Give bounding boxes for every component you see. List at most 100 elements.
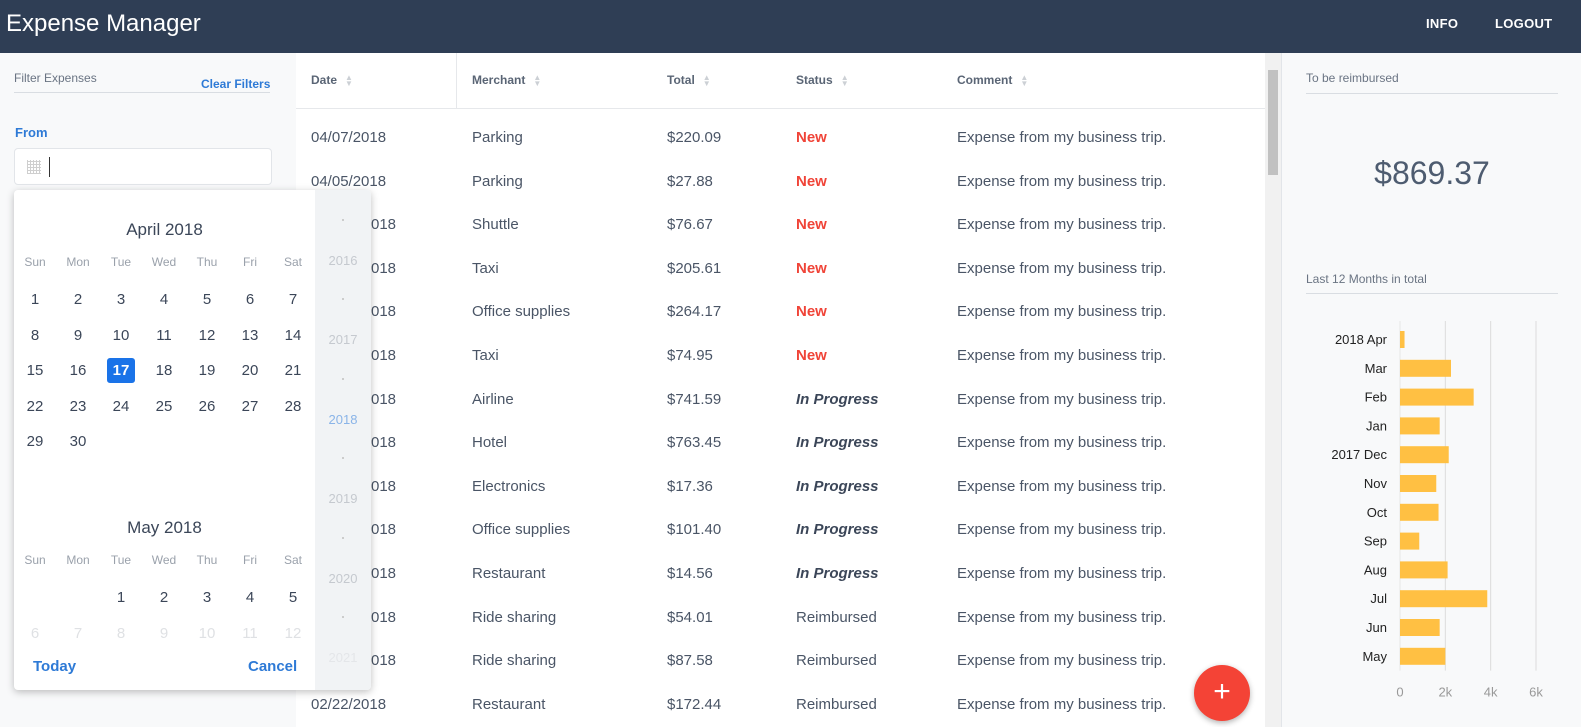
cell-total: $172.44: [667, 695, 722, 713]
cell-merchant: Ride sharing: [472, 652, 557, 670]
calendar-day[interactable]: 10: [193, 621, 221, 646]
calendar-day[interactable]: 3: [107, 287, 135, 312]
calendar-day[interactable]: 11: [236, 621, 264, 646]
x-tick-label: 2k: [1438, 685, 1452, 700]
table-row[interactable]: 018 Office supplies $264.17 New Expense from…: [296, 291, 1265, 334]
calendar-day[interactable]: 12: [193, 323, 221, 348]
today-button[interactable]: Today: [33, 658, 76, 675]
bar: [1400, 359, 1451, 377]
y-tick-label: 2018 Apr: [1335, 332, 1388, 347]
table-row[interactable]: 018 Ride sharing $54.01 Reimbursed Expense f…: [296, 597, 1265, 640]
calendar-day[interactable]: 8: [21, 323, 49, 348]
cancel-button[interactable]: Cancel: [248, 658, 297, 675]
scrollbar-thumb[interactable]: [1268, 70, 1278, 175]
calendar-day[interactable]: 6: [21, 621, 49, 646]
table-row[interactable]: 04/07/2018 Parking $220.09 New Expense from …: [296, 117, 1265, 160]
year-scroller[interactable]: 2016 2017 2018 2019 2020 2021: [315, 190, 371, 690]
cell-date: 018: [371, 216, 397, 234]
clear-filters-button[interactable]: Clear Filters: [201, 77, 270, 91]
weekday-label: Sat: [283, 553, 302, 567]
from-date-input[interactable]: [14, 148, 272, 185]
table-row[interactable]: 02/22/2018 Restaurant $172.44 Reimbursed Exp…: [296, 684, 1265, 727]
calendar-day[interactable]: 4: [236, 585, 264, 610]
logout-button[interactable]: LOGOUT: [1495, 16, 1552, 31]
calendar-day[interactable]: 22: [21, 394, 49, 419]
calendar-day[interactable]: 24: [107, 394, 135, 419]
column-header-date[interactable]: Date ▲ ▼: [311, 73, 353, 87]
calendar-day[interactable]: 27: [236, 394, 264, 419]
calendar-day[interactable]: 8: [107, 621, 135, 646]
calendar-day[interactable]: 30: [64, 429, 92, 454]
weekday-label: Sun: [24, 553, 46, 567]
table-row[interactable]: 04/05/2018 Parking $27.88 New Expense from m…: [296, 161, 1265, 204]
scrollbar[interactable]: [1265, 53, 1281, 727]
table-row[interactable]: 018 Restaurant $14.56 In Progress Expense fr…: [296, 553, 1265, 596]
calendar-day[interactable]: 7: [64, 621, 92, 646]
calendar-day[interactable]: 13: [236, 323, 264, 348]
calendar-day[interactable]: 3: [193, 585, 221, 610]
sort-icon[interactable]: ▲ ▼: [1020, 73, 1028, 87]
column-header-status[interactable]: Status ▲ ▼: [796, 73, 849, 87]
sort-icon[interactable]: ▲ ▼: [703, 73, 711, 87]
cell-comment: Expense from my business trip.: [957, 390, 1167, 408]
table-row[interactable]: 018 Ride sharing $87.58 Reimbursed Expense f…: [296, 640, 1265, 683]
y-tick-label: 2017 Dec: [1331, 447, 1387, 462]
calendar-day[interactable]: 18: [150, 358, 178, 383]
table-row[interactable]: 018 Office supplies $101.40 In Progress Expe…: [296, 509, 1265, 552]
calendar-day[interactable]: 10: [107, 323, 135, 348]
table-row[interactable]: 018 Electronics $17.36 In Progress Expense f…: [296, 466, 1265, 509]
calendar-day[interactable]: 9: [64, 323, 92, 348]
calendar-day[interactable]: 28: [279, 394, 307, 419]
calendar-day[interactable]: 1: [21, 287, 49, 312]
add-expense-button[interactable]: +: [1194, 665, 1250, 721]
year-option[interactable]: 2018: [315, 412, 371, 427]
info-button[interactable]: INFO: [1426, 16, 1458, 31]
calendar-day[interactable]: 21: [279, 358, 307, 383]
monthly-totals-chart: 0 2k 4k 6k 2018 Apr Mar Feb Jan 2017 Dec Nov Oct Se…: [1331, 321, 1543, 700]
table-row[interactable]: 018 Airline $741.59 In Progress Expense from…: [296, 379, 1265, 422]
table-row[interactable]: 018 Hotel $763.45 In Progress Expense from m…: [296, 422, 1265, 465]
column-header-merchant[interactable]: Merchant ▲ ▼: [472, 73, 541, 87]
cell-comment: Expense from my business trip.: [957, 129, 1167, 146]
calendar-day[interactable]: 2: [150, 585, 178, 610]
column-header-total[interactable]: Total ▲ ▼: [667, 73, 711, 87]
cell-total: $763.45: [667, 434, 722, 452]
calendar-day[interactable]: 12: [279, 621, 307, 646]
sort-icon[interactable]: ▲ ▼: [841, 73, 849, 87]
calendar-day[interactable]: 9: [150, 621, 178, 646]
cell-date: 018: [371, 608, 397, 626]
calendar-day[interactable]: 7: [279, 287, 307, 312]
calendar-day[interactable]: 29: [21, 429, 49, 454]
table-row[interactable]: 018 Taxi $74.95 New Expense from my business…: [296, 335, 1265, 378]
sort-icon[interactable]: ▲ ▼: [345, 73, 353, 87]
year-option[interactable]: 2021: [315, 650, 371, 665]
calendar-day[interactable]: 6: [236, 287, 264, 312]
calendar-day[interactable]: 5: [279, 585, 307, 610]
year-option[interactable]: 2020: [315, 571, 371, 586]
calendar-day[interactable]: 1: [107, 585, 135, 610]
year-option[interactable]: 2017: [315, 332, 371, 347]
calendar-day[interactable]: 15: [21, 358, 49, 383]
calendar-day[interactable]: 16: [64, 358, 92, 383]
calendar-day[interactable]: 5: [193, 287, 221, 312]
calendar-day[interactable]: 14: [279, 323, 307, 348]
table-row[interactable]: 018 Taxi $205.61 New Expense from my busines…: [296, 248, 1265, 291]
calendar-day[interactable]: 26: [193, 394, 221, 419]
calendar-day[interactable]: 25: [150, 394, 178, 419]
calendar-day[interactable]: 19: [193, 358, 221, 383]
cell-status: New: [796, 347, 827, 364]
table-row[interactable]: 018 Shuttle $76.67 New Expense from my busin…: [296, 204, 1265, 247]
calendar-day[interactable]: 23: [64, 394, 92, 419]
cell-comment: Expense from my business trip.: [957, 259, 1167, 277]
sort-icon[interactable]: ▲ ▼: [533, 73, 541, 87]
column-header-comment[interactable]: Comment ▲ ▼: [957, 73, 1028, 87]
calendar-day[interactable]: 2: [64, 287, 92, 312]
calendar-day[interactable]: 20: [236, 358, 264, 383]
year-option[interactable]: 2019: [315, 491, 371, 506]
calendar-day[interactable]: 17: [107, 358, 135, 383]
cell-status: New: [796, 303, 827, 321]
calendar-day[interactable]: 11: [150, 323, 178, 348]
calendar-day[interactable]: 4: [150, 287, 178, 312]
year-option[interactable]: 2016: [315, 253, 371, 268]
weekday-label: Tue: [110, 553, 132, 567]
